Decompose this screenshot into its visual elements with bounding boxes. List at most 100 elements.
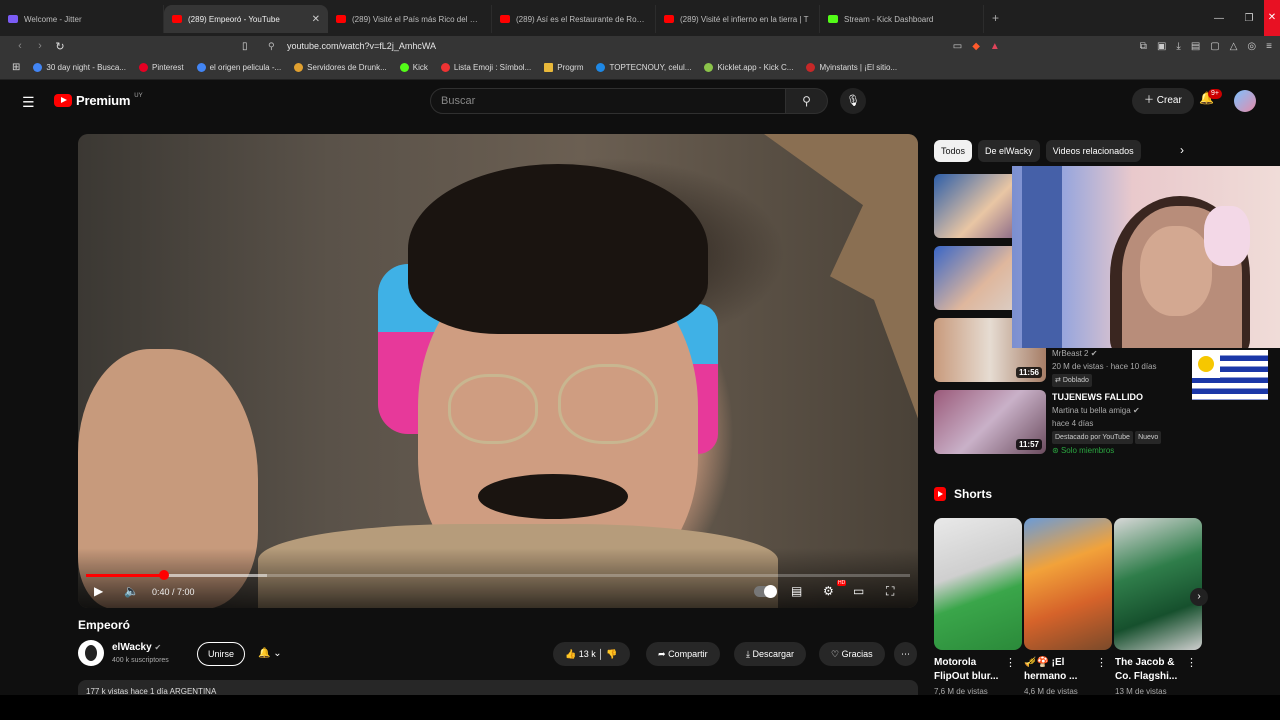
maximize-icon[interactable]: ❐ [1234, 13, 1264, 24]
pinterest-icon [139, 63, 148, 72]
fullscreen-icon[interactable]: ⛶ [886, 584, 894, 599]
join-button[interactable]: Unirse [197, 642, 246, 666]
youtube-favicon-icon [172, 15, 182, 23]
short-title[interactable]: Motorola FlipOut blur... [934, 656, 1010, 684]
webcam-face [1140, 226, 1212, 316]
rec-info[interactable]: MrBeast 2 ✔ 20 M de vistas · hace 10 día… [1052, 347, 1157, 387]
browser-tab[interactable]: (289) Visité el País más Rico del Mun [328, 5, 492, 33]
share-button[interactable]: ➦ Compartir [646, 642, 720, 666]
bookmark-item[interactable]: TOPTECNOUY, celul... [596, 63, 691, 72]
short-title[interactable]: 🎺🍄 ¡El hermano ... [1024, 656, 1100, 684]
back-icon[interactable]: ‹ [10, 40, 30, 52]
channel-name[interactable]: elWacky ✔ [112, 642, 161, 653]
tab-title: Welcome - Jitter [24, 14, 82, 24]
like-button[interactable]: 👍 13 k │ 👎 [553, 642, 630, 666]
create-button[interactable]: ＋ Crear [1132, 88, 1194, 114]
duration-badge: 11:57 [1015, 439, 1042, 450]
download-label: Descargar [752, 649, 795, 659]
reload-icon[interactable]: ↻ [50, 40, 70, 53]
rec-channel-name: Martina tu bella amiga [1052, 406, 1131, 415]
short-title[interactable]: The Jacob & Co. Flagshi... [1115, 656, 1191, 684]
close-tab-icon[interactable]: ✕ [312, 14, 320, 25]
emoji-icon [440, 63, 450, 72]
autoplay-toggle[interactable] [754, 585, 777, 598]
bookmark-item[interactable]: Lista Emoji : Símbol... [440, 63, 531, 72]
bookmark-item[interactable]: Kicklet.app - Kick C... [704, 63, 793, 72]
share-icon: ➦ [658, 649, 666, 659]
short-more-icon[interactable]: ⋮ [1186, 656, 1197, 669]
url-field[interactable]: youtube.com/watch?v=fL2j_AmhcWA [287, 41, 436, 51]
voice-search-icon[interactable]: 🎙 [840, 88, 866, 114]
channel-avatar[interactable] [78, 640, 104, 666]
new-tab-button[interactable]: + [992, 11, 999, 25]
bookmark-item[interactable]: el origen pelicula -... [196, 63, 281, 72]
browser-tab[interactable]: Welcome - Jitter [0, 5, 164, 33]
settings-gear-icon[interactable]: ⚙ [823, 584, 834, 598]
folder-icon [544, 63, 554, 72]
dub-icon: ⇄ [1055, 377, 1061, 384]
rec-channel: MrBeast 2 ✔ [1052, 347, 1157, 360]
shorts-next-icon[interactable]: › [1190, 588, 1208, 606]
bookmark-item[interactable]: Pinterest [139, 63, 184, 72]
uruguay-flag-overlay [1192, 350, 1268, 400]
extensions-icon[interactable]: ⧉ [1140, 41, 1147, 52]
bookmark-item[interactable]: Progrm [544, 63, 583, 72]
hamburger-menu-icon[interactable]: ☰ [22, 94, 35, 111]
theater-mode-icon[interactable]: ▭ [853, 584, 864, 598]
more-actions-icon[interactable]: ⋯ [894, 642, 917, 666]
user-avatar[interactable] [1234, 90, 1256, 112]
rec-info[interactable]: TUJENEWS FALLIDO Martina tu bella amiga … [1052, 391, 1162, 457]
bookmark-icon[interactable]: ▯ [242, 41, 248, 52]
rewards-icon[interactable]: ▲ [990, 41, 1000, 52]
menu-icon[interactable]: ≡ [1266, 41, 1272, 52]
video-player[interactable]: ▶ 🔈 0:40 / 7:00 ▤ ⚙ HD ▭ ⛶ [78, 134, 918, 608]
screen-icon[interactable]: ▭ [953, 41, 962, 52]
progress-bar[interactable] [86, 570, 910, 580]
youtube-premium-logo[interactable]: Premium UY [54, 93, 143, 108]
sidebar-icon[interactable]: ▣ [1157, 41, 1166, 52]
short-more-icon[interactable]: ⋮ [1005, 656, 1016, 669]
toolbar-spacer [1010, 41, 1130, 52]
bookmark-item[interactable]: Myinstants | ¡El sitio... [806, 63, 897, 72]
short-thumbnail[interactable] [1024, 518, 1112, 650]
chip-from-channel[interactable]: De elWacky [978, 140, 1040, 162]
search-button[interactable]: ⚲ [786, 88, 828, 114]
download-button[interactable]: ⤓ Descargar [734, 642, 807, 666]
chips-next-icon[interactable]: › [1180, 143, 1184, 157]
leo-icon[interactable]: △ [1230, 41, 1238, 52]
volume-icon[interactable]: 🔈 [124, 584, 139, 598]
bookmark-item[interactable]: Kick [399, 63, 428, 72]
minimize-icon[interactable]: — [1204, 13, 1234, 24]
verified-icon: ✔ [154, 643, 162, 652]
close-window-icon[interactable]: ✕ [1264, 0, 1280, 36]
short-thumbnail[interactable] [934, 518, 1022, 650]
channel-name-text: elWacky [112, 642, 152, 653]
browser-tab[interactable]: (289) Así es el Restaurante de Robot [492, 5, 656, 33]
browser-tab[interactable]: (289) Visité el infierno en la tierra | … [656, 5, 820, 33]
bookmark-item[interactable]: 30 day night - Busca... [33, 63, 126, 72]
browser-tab-active[interactable]: (289) Empeoró - YouTube ✕ [164, 5, 328, 33]
short-thumbnail[interactable] [1114, 518, 1202, 650]
rec-thumbnail[interactable]: 11:57 [934, 390, 1046, 454]
server-icon [294, 63, 304, 72]
subtitles-icon[interactable]: ▤ [791, 584, 802, 598]
subscription-bell-icon[interactable]: 🔔 ⌄ [258, 648, 282, 659]
thanks-button[interactable]: ♡ Gracias [819, 642, 885, 666]
play-icon[interactable]: ▶ [94, 584, 103, 598]
thanks-icon: ♡ [831, 649, 840, 659]
video-glasses-right [558, 364, 658, 444]
browser-tab[interactable]: Stream - Kick Dashboard [820, 5, 984, 33]
bookmark-item[interactable]: Servidores de Drunk... [294, 63, 387, 72]
chip-all[interactable]: Todos [934, 140, 973, 162]
short-more-icon[interactable]: ⋮ [1096, 656, 1107, 669]
forward-icon[interactable]: › [30, 40, 50, 52]
wallet-icon[interactable]: ▢ [1210, 41, 1219, 52]
apps-grid-icon[interactable]: ⊞ [12, 62, 20, 73]
brave-shield-icon[interactable]: ◆ [972, 41, 980, 52]
chip-related[interactable]: Videos relacionados [1045, 140, 1141, 162]
search-input[interactable]: Buscar [430, 88, 786, 114]
download-icon[interactable]: ⤓ [1176, 41, 1180, 52]
reader-icon[interactable]: ▤ [1191, 41, 1200, 52]
site-info-icon[interactable]: ⚲ [268, 41, 275, 52]
vpn-icon[interactable]: ◎ [1247, 41, 1256, 52]
